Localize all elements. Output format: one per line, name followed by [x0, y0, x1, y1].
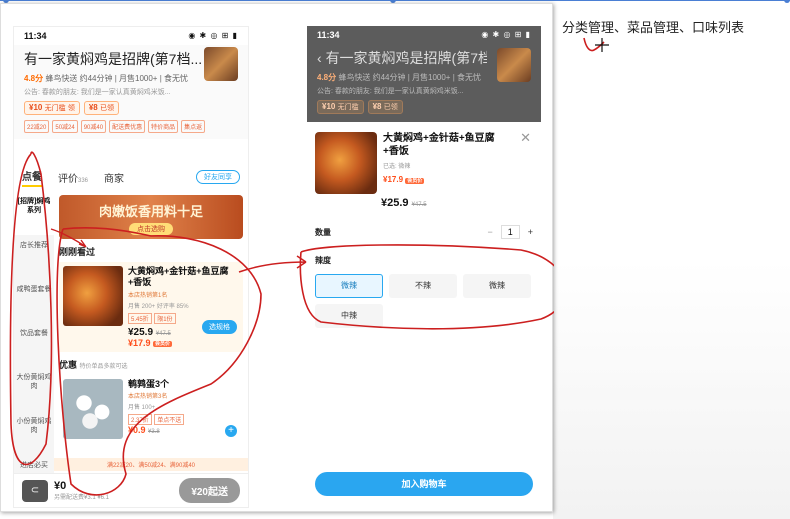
- annotation-arrow-2: [238, 255, 307, 273]
- annotation-sidebar-loop: [9, 151, 53, 466]
- annotation-options-loop: [299, 244, 554, 330]
- annotation-layer: [9, 151, 554, 496]
- annotation-check: [583, 37, 609, 52]
- frame-handle-right[interactable]: [784, 0, 790, 3]
- background-gradient: [553, 260, 790, 519]
- screen-canvas: 11:34 ◉ ✱ ◎ ⊞ ▮ 有一家黄焖鸡是招牌(第7档... 4.8分 蜂鸟…: [0, 0, 790, 519]
- cursor-cross-icon: [595, 38, 609, 52]
- screenshot-slide: 11:34 ◉ ✱ ◎ ⊞ ▮ 有一家黄焖鸡是招牌(第7档... 4.8分 蜂鸟…: [0, 3, 554, 512]
- annotation-dishes-loop: [56, 227, 262, 496]
- annotation-arrow-1: [50, 228, 87, 248]
